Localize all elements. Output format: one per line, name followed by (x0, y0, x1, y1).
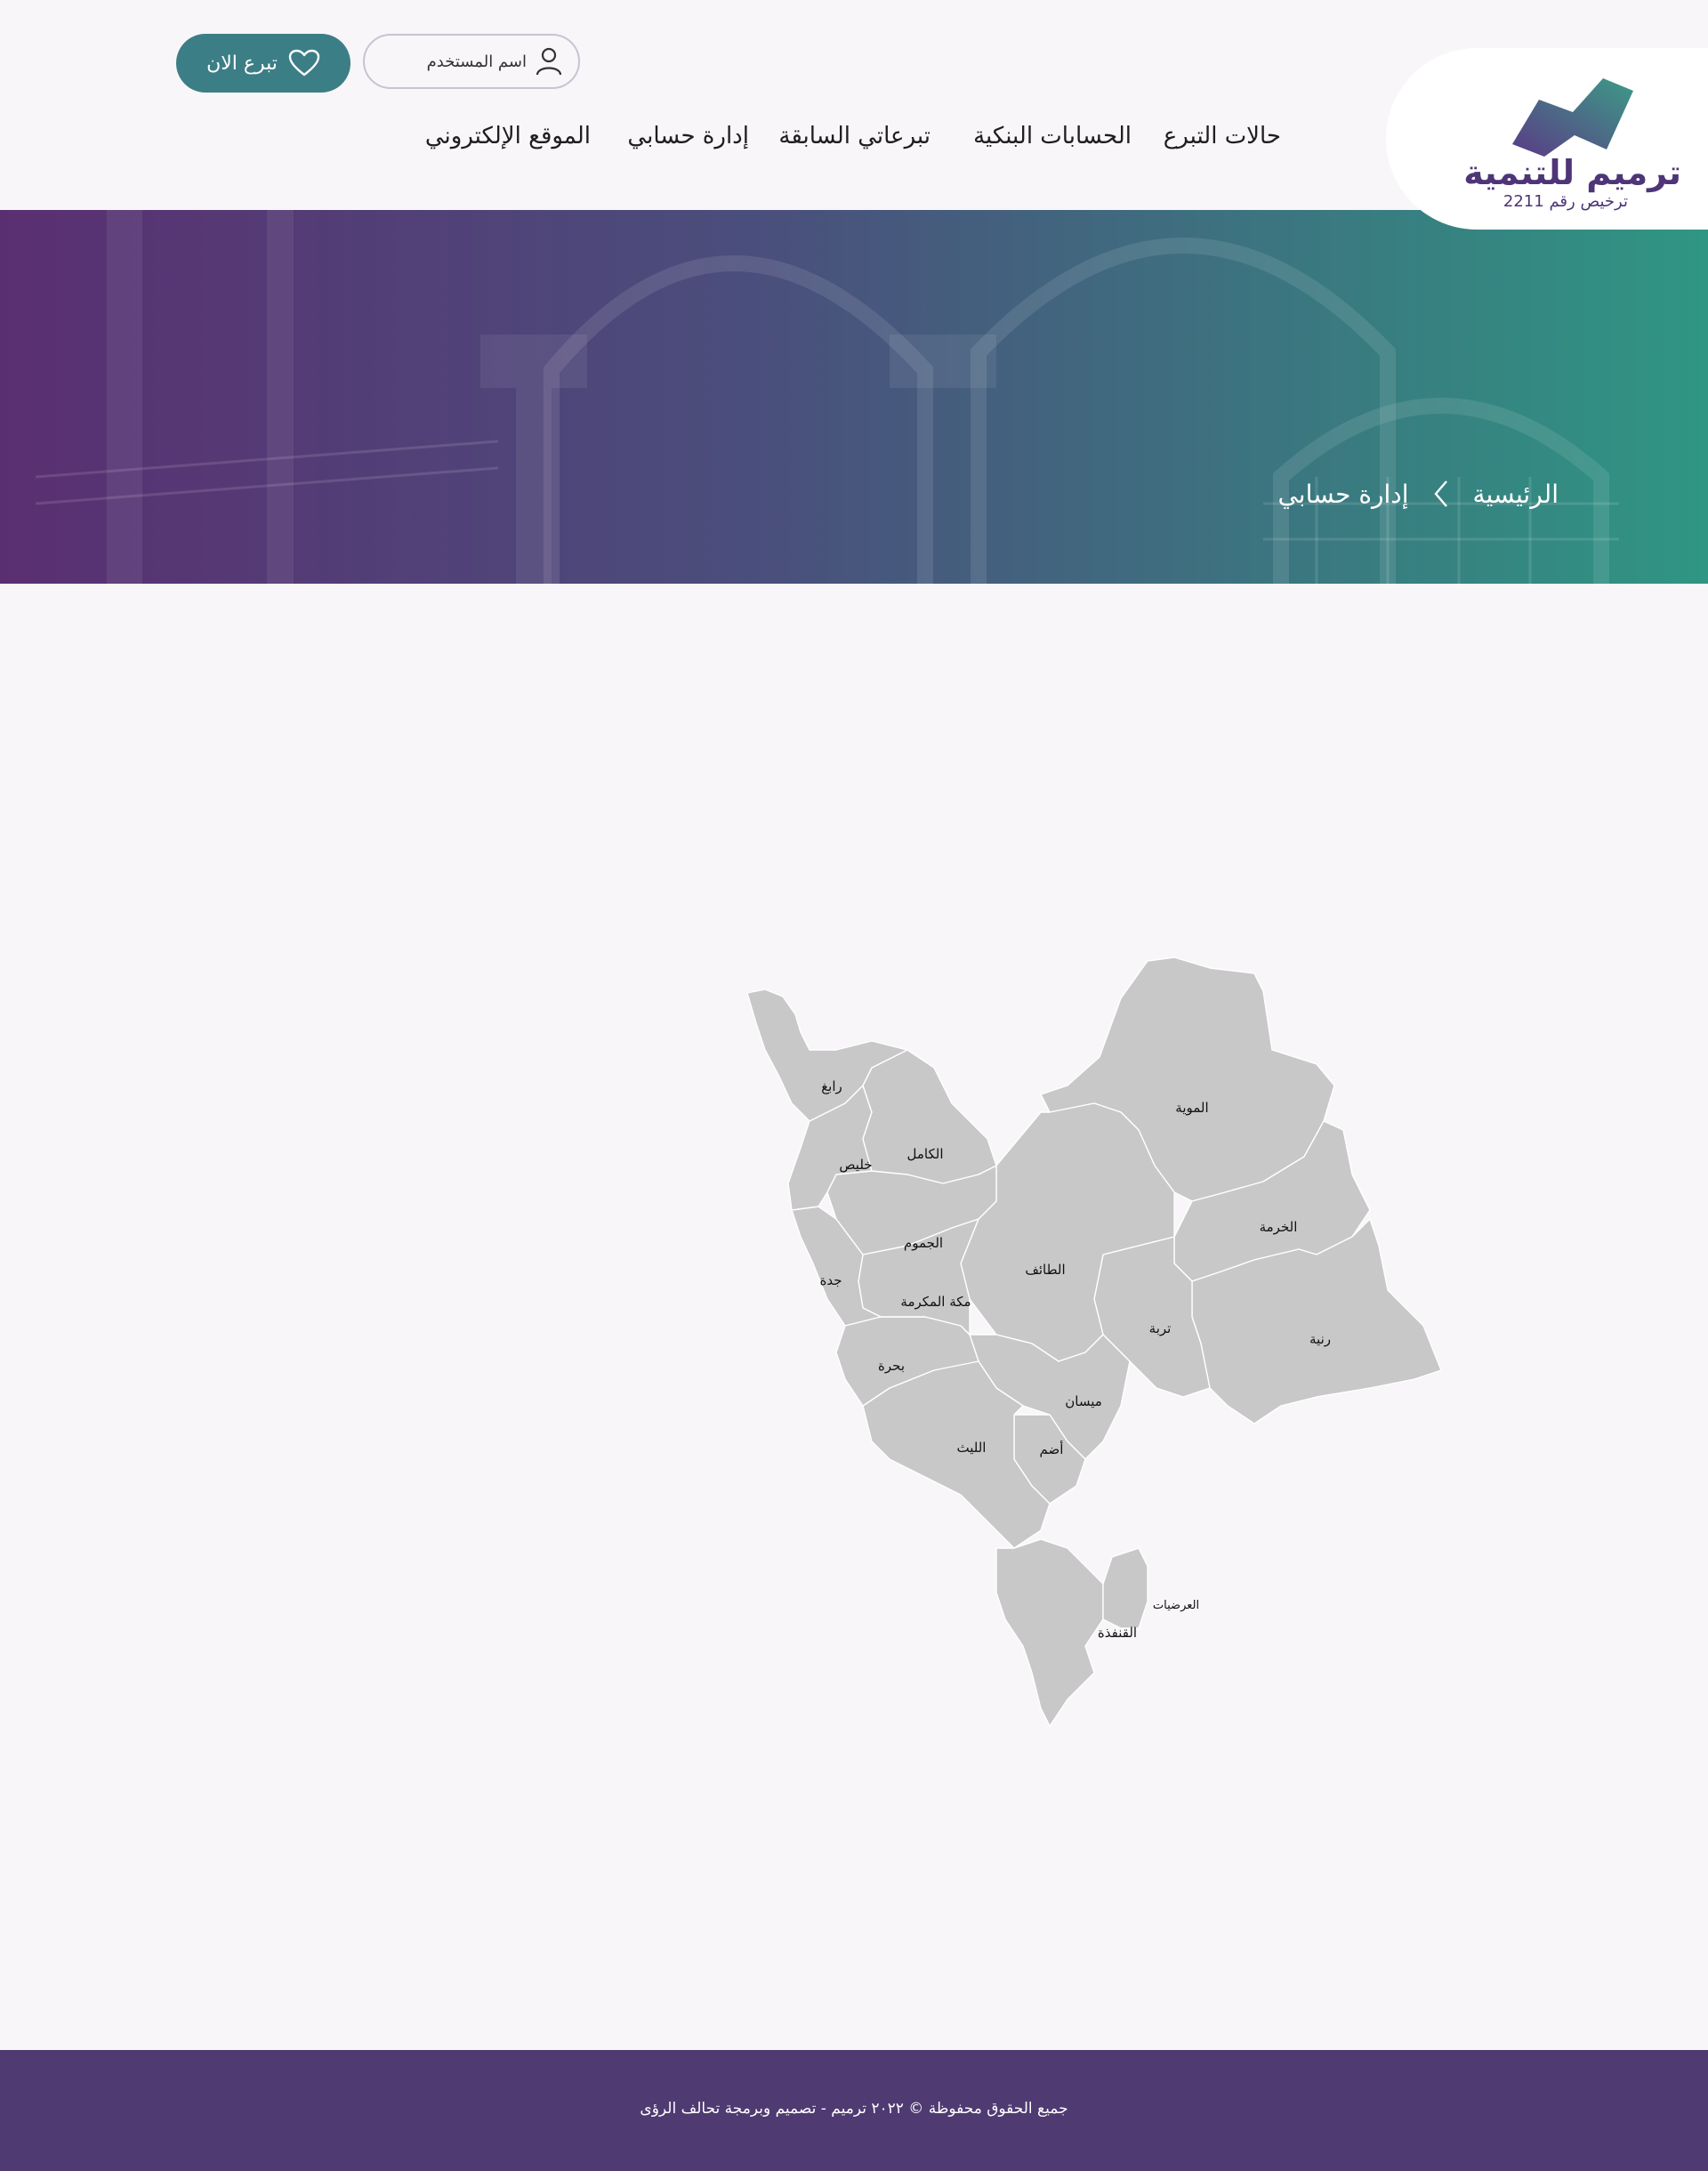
breadcrumb: الرئيسية إدارة حسابي (1277, 479, 1559, 509)
footer-copyright: جميع الحقوق محفوظة © ٢٠٢٢ ترميم - تصميم … (640, 2100, 1068, 2118)
map-label-alardiyat: العرضيات (1153, 1599, 1199, 1612)
map-label-bahrah: بحرة (878, 1358, 905, 1374)
map-label-turabah: تربة (1149, 1320, 1172, 1336)
breadcrumb-current: إدارة حسابي (1277, 479, 1409, 509)
map-label-allith: الليث (957, 1440, 987, 1456)
map-label-alkamil: الكامل (907, 1146, 944, 1162)
nav-account-management[interactable]: إدارة حسابي (627, 123, 749, 149)
user-button-label: اسم المستخدم (426, 52, 527, 71)
logo-license: ترخيص رقم 2211 (1503, 192, 1628, 211)
map-label-alqunfudhah: القنفذة (1098, 1625, 1137, 1641)
site-header: ترميم للتنمية ترخيص رقم 2211 اسم المستخد… (0, 0, 1708, 230)
breadcrumb-home[interactable]: الرئيسية (1473, 480, 1559, 509)
map-label-jeddah: جدة (819, 1272, 842, 1288)
site-footer: جميع الحقوق محفوظة © ٢٠٢٢ ترميم - تصميم … (0, 2050, 1708, 2171)
map-label-makkah: مكة المكرمة (900, 1294, 971, 1310)
map-label-rabigh: رابغ (821, 1078, 842, 1094)
heart-icon (288, 49, 320, 77)
nav-bank-accounts[interactable]: الحسابات البنكية (973, 123, 1132, 149)
donate-button-label: تبرع الان (206, 52, 278, 75)
hero-background-image (0, 210, 1708, 584)
regions-map: رابغ خليص الكامل الجموم جدة مكة المكرمة … (729, 943, 1477, 1744)
chevron-left-icon (1433, 480, 1447, 507)
logo[interactable]: ترميم للتنمية ترخيص رقم 2211 (1386, 48, 1708, 230)
map-label-aljumum: الجموم (904, 1235, 943, 1251)
map-label-maysan: ميسان (1065, 1393, 1102, 1409)
nav-previous-donations[interactable]: تبرعاتي السابقة (778, 123, 931, 149)
map-label-altaif: الطائف (1025, 1262, 1065, 1278)
user-account-button[interactable]: اسم المستخدم (363, 34, 580, 89)
hero-banner: الرئيسية إدارة حسابي (0, 210, 1708, 584)
map-region-alkamil[interactable] (862, 1049, 997, 1184)
logo-title: ترميم للتنمية (1463, 153, 1681, 192)
donate-now-button[interactable]: تبرع الان (176, 34, 350, 93)
map-label-ranyah: رنية (1309, 1331, 1331, 1347)
map-region-alqunfudhah[interactable] (995, 1538, 1104, 1727)
user-icon (536, 47, 562, 76)
nav-donation-cases[interactable]: حالات التبرع (1164, 123, 1281, 149)
map-label-almuwayh: الموية (1175, 1100, 1208, 1116)
map-label-alkhurmah: الخرمة (1260, 1219, 1298, 1235)
map-label-khulais: خليص (839, 1157, 872, 1173)
nav-website[interactable]: الموقع الإلكتروني (425, 123, 591, 149)
map-region-alardiyat[interactable] (1102, 1547, 1148, 1629)
map-label-adham: أضم (1040, 1441, 1064, 1457)
